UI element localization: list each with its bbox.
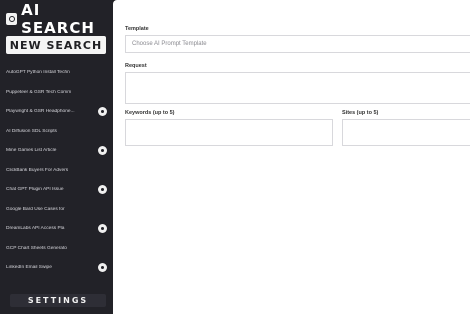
history-item-label: Mine Games List Article <box>6 148 57 154</box>
item-options-icon[interactable] <box>98 263 107 273</box>
keywords-textarea[interactable] <box>125 119 333 146</box>
history-item[interactable]: Puppeteer & GSR Tech Comm <box>0 83 113 103</box>
history-item-label: AI Diffusion SDL Scripts <box>6 128 57 134</box>
history-item-label: DreamLabs API Access Pla <box>6 226 65 232</box>
history-item-label: ClickBank Buyers For Advers <box>6 167 69 173</box>
new-search-button[interactable]: NEW SEARCH <box>6 36 106 54</box>
history-item-label: LinkedIn Email Swipe <box>6 265 52 271</box>
history-item[interactable]: AutoGPT Python Install Techn <box>0 63 113 83</box>
history-item[interactable]: Chat GPT Plugin API Issue <box>0 180 113 200</box>
app-logo[interactable]: AI SEARCH <box>6 1 113 37</box>
item-options-icon[interactable] <box>98 185 107 195</box>
history-item-label: Playwright & GSR Headphone... <box>6 109 75 115</box>
template-select[interactable]: Choose AI Prompt Template <box>125 35 470 53</box>
sidebar: AI SEARCH NEW SEARCH AutoGPT Python Inst… <box>0 0 113 314</box>
sites-label: Sites (up to 5) <box>342 110 379 116</box>
item-options-icon[interactable] <box>98 146 107 156</box>
history-item-label: AutoGPT Python Install Techn <box>6 70 70 76</box>
history-item-label: Chat GPT Plugin API Issue <box>6 187 64 193</box>
history-item[interactable]: LinkedIn Email Swipe <box>0 258 113 278</box>
history-item[interactable]: DreamLabs API Access Pla <box>0 219 113 239</box>
template-label: Template <box>125 26 149 32</box>
history-item-label: Puppeteer & GSR Tech Comm <box>6 89 72 95</box>
search-logo-icon <box>6 13 18 25</box>
sites-textarea[interactable] <box>342 119 470 146</box>
item-options-icon[interactable] <box>98 224 107 234</box>
history-item[interactable]: GCP Chart Sheets Generato <box>0 239 113 259</box>
keywords-label: Keywords (up to 5) <box>125 110 175 116</box>
history-item[interactable]: AI Diffusion SDL Scripts <box>0 122 113 142</box>
history-item[interactable]: Google Bard Use Cases for <box>0 200 113 220</box>
app-title: AI SEARCH <box>21 1 95 37</box>
history-item-label: GCP Chart Sheets Generato <box>6 245 67 251</box>
history-item[interactable]: Playwright & GSR Headphone... <box>0 102 113 122</box>
request-textarea[interactable] <box>125 72 470 104</box>
search-history-list: AutoGPT Python Install Techn Puppeteer &… <box>0 63 113 278</box>
history-item[interactable]: Mine Games List Article <box>0 141 113 161</box>
request-label: Request <box>125 63 147 69</box>
history-item[interactable]: ClickBank Buyers For Advers <box>0 161 113 181</box>
history-item-label: Google Bard Use Cases for <box>6 206 65 212</box>
settings-button[interactable]: SETTINGS <box>10 294 106 307</box>
main-panel: Template Choose AI Prompt Template Reque… <box>113 0 470 314</box>
item-options-icon[interactable] <box>98 107 107 117</box>
